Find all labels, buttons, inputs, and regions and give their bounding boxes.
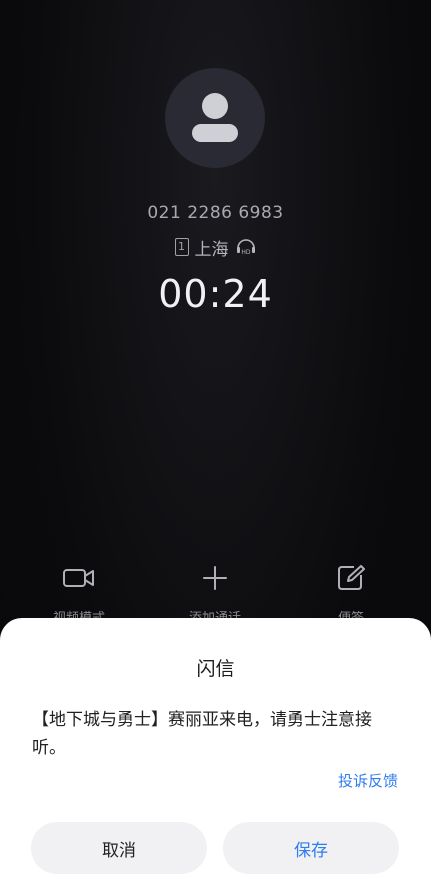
avatar	[165, 68, 265, 168]
video-camera-icon	[63, 569, 94, 587]
note-edit-icon	[338, 565, 365, 590]
flash-message-sheet: 闪信 【地下城与勇士】赛丽亚来电，请勇士注意接听。 投诉反馈 取消 保存	[0, 618, 431, 886]
message-text: 【地下城与勇士】赛丽亚来电，请勇士注意接听。	[32, 710, 372, 758]
location-label: 上海	[194, 239, 229, 260]
save-button[interactable]: 保存	[223, 822, 399, 874]
plus-icon	[203, 566, 227, 590]
sheet-title: 闪信	[196, 658, 235, 680]
cancel-button[interactable]: 取消	[31, 822, 207, 874]
call-actions: 视频模式 添加通话 便签	[0, 565, 431, 626]
hd-voice-icon: HD	[236, 239, 255, 256]
video-mode-button[interactable]: 视频模式	[29, 565, 129, 626]
person-icon	[192, 93, 238, 142]
sim-card-icon: 1	[174, 238, 189, 256]
phone-number: 021 2286 6983	[147, 203, 284, 223]
report-feedback-link[interactable]: 投诉反馈	[338, 770, 398, 791]
call-timer: 00:24	[158, 272, 273, 316]
notes-button[interactable]: 便签	[301, 565, 401, 626]
sim-slot: 1	[178, 240, 185, 253]
add-call-button[interactable]: 添加通话	[165, 565, 265, 626]
location-row: 1 上海 HD	[0, 235, 431, 260]
svg-text:HD: HD	[241, 249, 251, 256]
